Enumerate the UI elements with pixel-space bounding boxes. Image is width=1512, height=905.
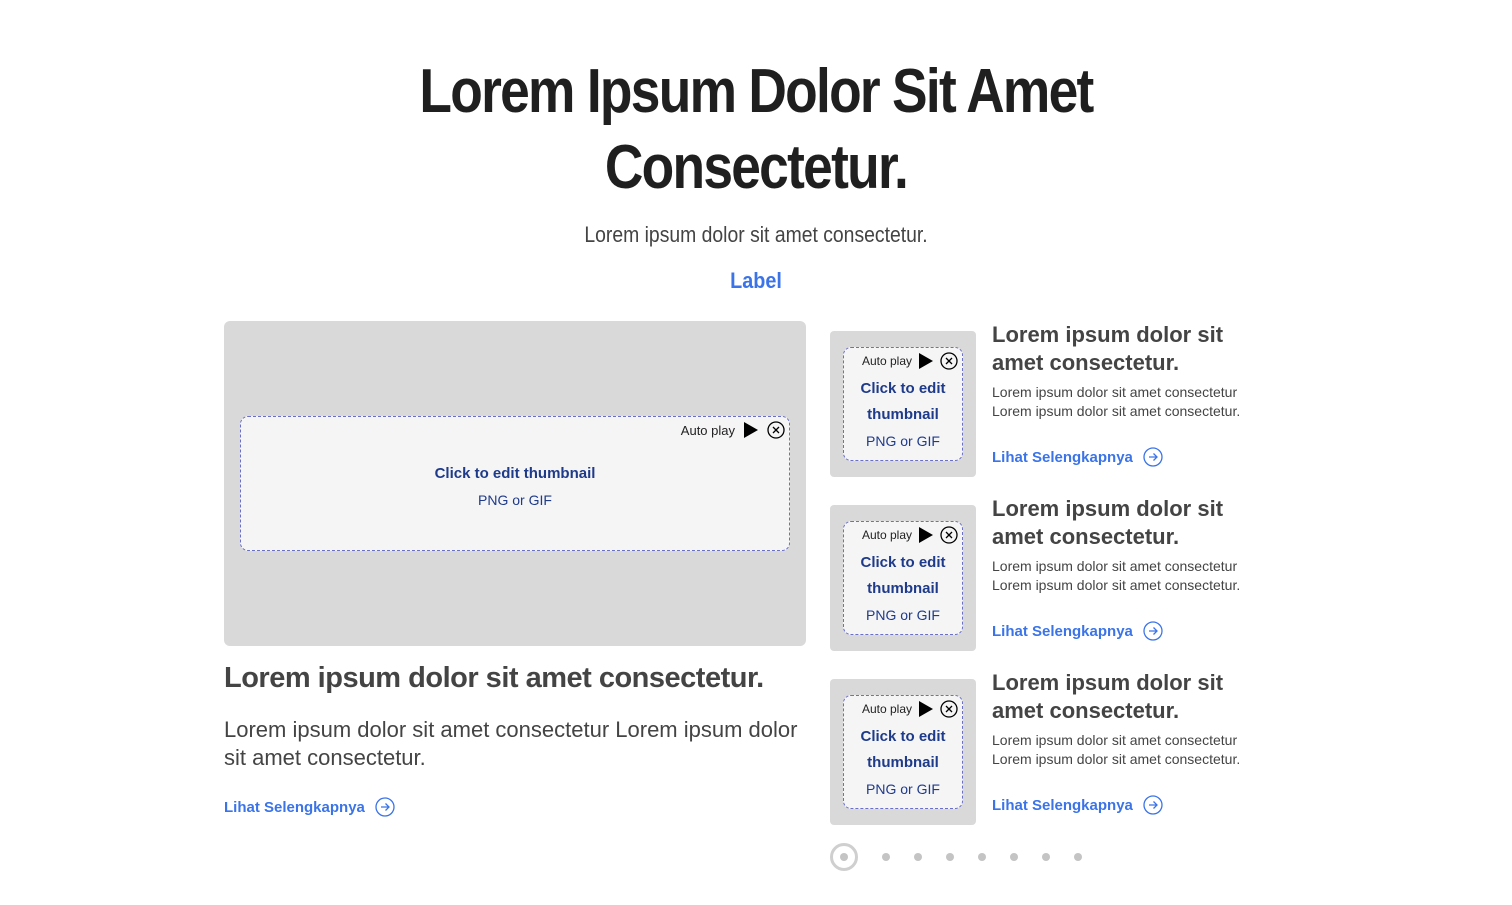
item-description-line: Lorem ipsum dolor sit amet consectetur. bbox=[992, 751, 1241, 767]
pagination-dot[interactable] bbox=[914, 853, 922, 861]
see-more-label: Lihat Selengkapnya bbox=[224, 798, 365, 816]
item-description: Lorem ipsum dolor sit amet consectetur L… bbox=[992, 731, 1272, 769]
thumbnail-upload-area[interactable]: Auto play Click to edit thumbnail PNG or… bbox=[843, 347, 963, 461]
thumbnail-upload-area[interactable]: Auto play Click to edit thumbnail PNG or… bbox=[843, 521, 963, 635]
item-title: Lorem ipsum dolor sit amet consectetur. bbox=[992, 322, 1224, 375]
file-format-text: PNG or GIF bbox=[866, 607, 940, 623]
see-more-label: Lihat Selengkapnya bbox=[992, 448, 1133, 466]
autoplay-label: Auto play bbox=[861, 702, 912, 716]
see-more-label: Lihat Selengkapnya bbox=[992, 622, 1133, 640]
arrow-right-circle-icon bbox=[1143, 795, 1163, 815]
file-format-text: PNG or GIF bbox=[478, 492, 552, 508]
page-title-line-2: Consectetur. bbox=[604, 133, 909, 202]
arrow-right-circle-icon bbox=[1143, 621, 1163, 641]
item-thumbnail: Auto play Click to edit thumbnail PNG or… bbox=[830, 505, 976, 651]
item-description: Lorem ipsum dolor sit amet consectetur L… bbox=[992, 557, 1272, 595]
close-icon[interactable] bbox=[767, 421, 785, 439]
item-description-line: Lorem ipsum dolor sit amet consectetur. bbox=[992, 577, 1241, 593]
close-icon[interactable] bbox=[940, 352, 958, 370]
pagination-dot[interactable] bbox=[946, 853, 954, 861]
page-subtitle: Lorem ipsum dolor sit amet consectetur. bbox=[584, 222, 928, 247]
play-icon[interactable] bbox=[918, 526, 934, 544]
item-description-line: Lorem ipsum dolor sit amet consectetur bbox=[992, 384, 1238, 400]
pagination-dot[interactable] bbox=[1074, 853, 1082, 861]
thumbnail-upload-area[interactable]: Auto play Click to edit thumbnail PNG or… bbox=[843, 695, 963, 809]
upload-instructions: Click to edit thumbnail PNG or GIF bbox=[844, 724, 962, 802]
thumbnail-upload-area[interactable]: Auto play Click to edit thumbnail PNG or… bbox=[240, 416, 790, 551]
pagination-dot[interactable] bbox=[1042, 853, 1050, 861]
click-to-edit-text[interactable]: Click to edit thumbnail bbox=[241, 461, 789, 487]
item-see-more-link[interactable]: Lihat Selengkapnya bbox=[992, 621, 1163, 641]
item-description-line: Lorem ipsum dolor sit amet consectetur bbox=[992, 558, 1238, 574]
upload-instructions: Click to edit thumbnail PNG or GIF bbox=[844, 376, 962, 454]
featured-media: Auto play Click to edit thumbnail PNG or… bbox=[224, 321, 806, 646]
play-icon[interactable] bbox=[918, 700, 934, 718]
file-format-text: PNG or GIF bbox=[866, 781, 940, 797]
autoplay-label: Auto play bbox=[861, 354, 912, 368]
pagination-dot[interactable] bbox=[978, 853, 986, 861]
item-title: Lorem ipsum dolor sit amet consectetur. bbox=[992, 496, 1224, 549]
featured-description: Lorem ipsum dolor sit amet consectetur L… bbox=[224, 717, 798, 770]
close-icon[interactable] bbox=[940, 526, 958, 544]
item-title: Lorem ipsum dolor sit amet consectetur. bbox=[992, 670, 1224, 723]
item-thumbnail: Auto play Click to edit thumbnail PNG or… bbox=[830, 331, 976, 477]
autoplay-controls: Auto play bbox=[862, 700, 958, 718]
click-to-edit-text[interactable]: Click to edit bbox=[844, 724, 962, 750]
close-icon[interactable] bbox=[940, 700, 958, 718]
upload-instructions: Click to edit thumbnail PNG or GIF bbox=[241, 461, 789, 513]
arrow-right-circle-icon bbox=[375, 797, 395, 817]
click-to-edit-text[interactable]: Click to edit bbox=[844, 376, 962, 402]
arrow-right-circle-icon bbox=[1143, 447, 1163, 467]
click-to-edit-text[interactable]: thumbnail bbox=[844, 402, 962, 428]
upload-instructions: Click to edit thumbnail PNG or GIF bbox=[844, 550, 962, 628]
carousel-pagination bbox=[830, 843, 1082, 871]
click-to-edit-text[interactable]: Click to edit bbox=[844, 550, 962, 576]
item-see-more-link[interactable]: Lihat Selengkapnya bbox=[992, 447, 1163, 467]
pagination-dot[interactable] bbox=[882, 853, 890, 861]
autoplay-controls: Auto play bbox=[862, 526, 958, 544]
featured-see-more-link[interactable]: Lihat Selengkapnya bbox=[224, 797, 395, 817]
item-description-line: Lorem ipsum dolor sit amet consectetur. bbox=[992, 403, 1241, 419]
featured-title: Lorem ipsum dolor sit amet consectetur. bbox=[224, 662, 764, 694]
autoplay-label: Auto play bbox=[861, 528, 912, 542]
click-to-edit-text[interactable]: thumbnail bbox=[844, 750, 962, 776]
see-more-label: Lihat Selengkapnya bbox=[992, 796, 1133, 814]
play-icon[interactable] bbox=[918, 352, 934, 370]
pagination-dot-active[interactable] bbox=[830, 843, 858, 871]
click-to-edit-text[interactable]: thumbnail bbox=[844, 576, 962, 602]
page-title-line-1: Lorem Ipsum Dolor Sit Amet bbox=[419, 57, 1094, 126]
page-title: Lorem Ipsum Dolor Sit Amet Consectetur. bbox=[106, 54, 1406, 206]
play-icon[interactable] bbox=[743, 421, 759, 439]
item-thumbnail: Auto play Click to edit thumbnail PNG or… bbox=[830, 679, 976, 825]
autoplay-controls: Auto play bbox=[862, 352, 958, 370]
item-see-more-link[interactable]: Lihat Selengkapnya bbox=[992, 795, 1163, 815]
item-description: Lorem ipsum dolor sit amet consectetur L… bbox=[992, 383, 1272, 421]
pagination-dot[interactable] bbox=[1010, 853, 1018, 861]
list-item: Auto play Click to edit thumbnail PNG or… bbox=[830, 321, 1272, 477]
item-description-line: Lorem ipsum dolor sit amet consectetur bbox=[992, 732, 1238, 748]
section-label[interactable]: Label bbox=[76, 268, 1437, 294]
autoplay-label: Auto play bbox=[680, 422, 735, 438]
file-format-text: PNG or GIF bbox=[866, 433, 940, 449]
autoplay-controls: Auto play bbox=[681, 421, 785, 439]
list-item: Auto play Click to edit thumbnail PNG or… bbox=[830, 669, 1272, 825]
list-item: Auto play Click to edit thumbnail PNG or… bbox=[830, 495, 1272, 651]
